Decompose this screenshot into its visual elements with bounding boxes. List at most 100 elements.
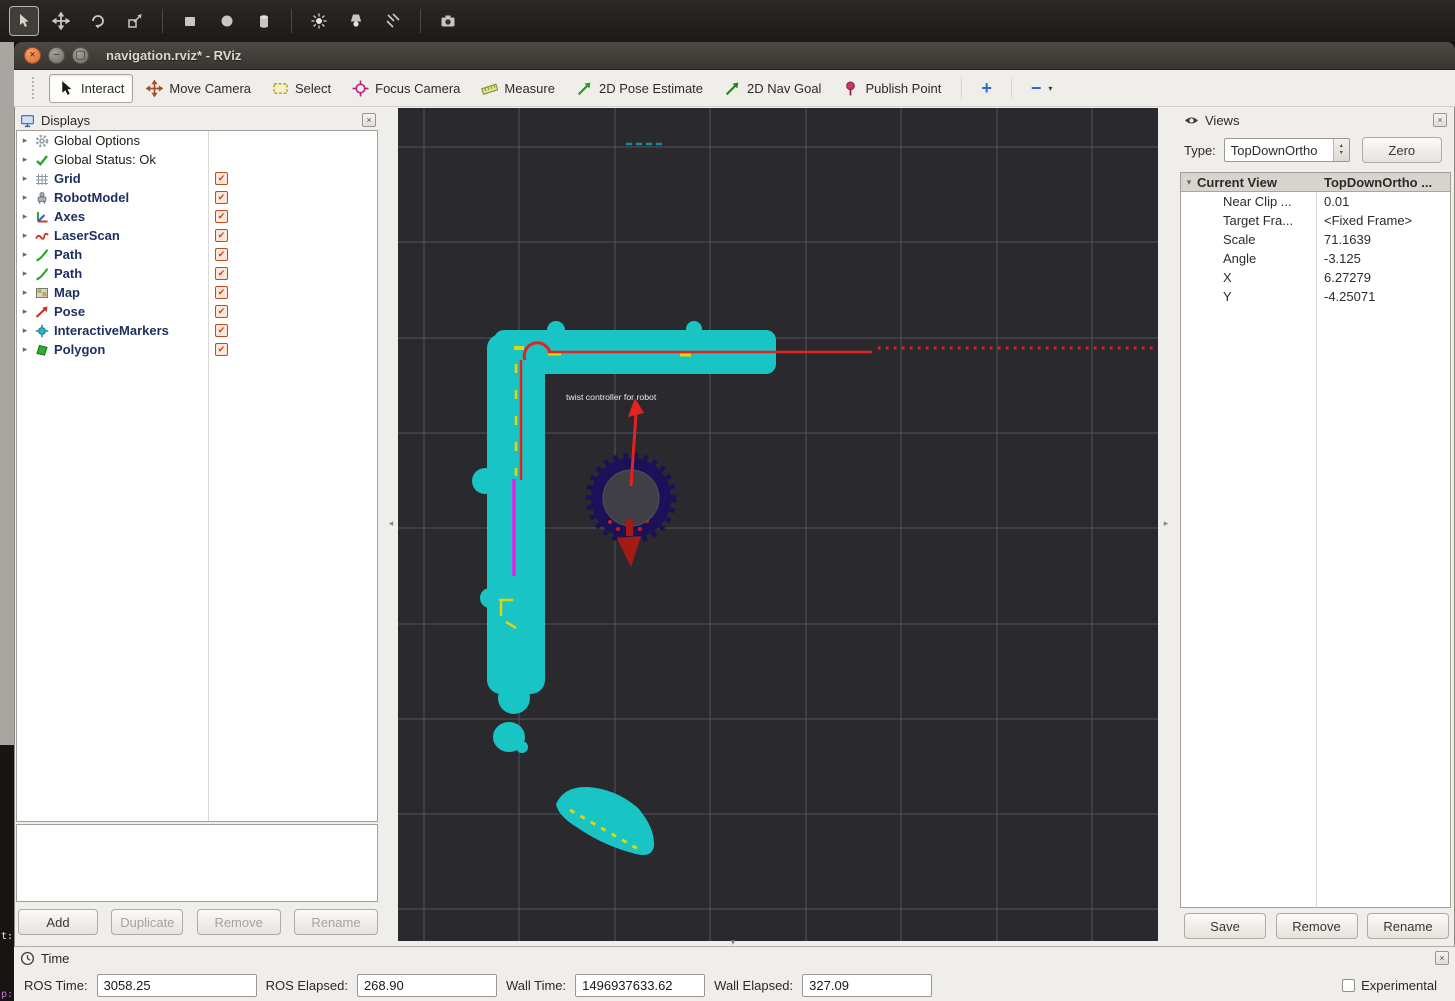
display-enabled-checkbox[interactable]: ✔ — [215, 343, 228, 356]
display-row-interactivemarkers[interactable]: ▸ InteractiveMarkers ✔ — [17, 321, 377, 340]
views-property-row-target-frame[interactable]: Target Fra... <Fixed Frame> — [1181, 211, 1450, 230]
window-close-button[interactable]: × — [24, 47, 41, 64]
experimental-option[interactable]: Experimental — [1342, 978, 1437, 993]
expander-icon[interactable]: ▸ — [17, 135, 33, 146]
displays-panel-close-button[interactable]: × — [362, 113, 376, 127]
wall-time-input[interactable] — [575, 974, 705, 997]
remove-tool-button[interactable]: − ▾ — [1024, 78, 1060, 99]
ros-elapsed-input[interactable] — [357, 974, 497, 997]
display-enabled-checkbox[interactable]: ✔ — [215, 286, 228, 299]
display-row-global-status[interactable]: ▸ Global Status: Ok — [17, 150, 377, 169]
views-panel-close-button[interactable]: × — [1433, 113, 1447, 127]
expander-icon[interactable]: ▸ — [17, 173, 33, 184]
expander-icon[interactable]: ▸ — [17, 230, 33, 241]
views-property-row-scale[interactable]: Scale 71.1639 — [1181, 230, 1450, 249]
view-type-select[interactable]: TopDownOrtho ▴ ▾ — [1224, 138, 1350, 162]
expander-icon[interactable]: ▸ — [17, 249, 33, 260]
displays-tree[interactable]: ▸ Global Options ▸ Global Status: Ok ▸ G… — [16, 130, 378, 822]
display-enabled-checkbox[interactable]: ✔ — [215, 210, 228, 223]
gazebo-spot-light-tool[interactable] — [341, 6, 371, 36]
expander-icon[interactable]: ▸ — [17, 344, 33, 355]
window-maximize-button[interactable]: ▢ — [72, 47, 89, 64]
toolbar-drag-handle[interactable] — [32, 77, 36, 99]
expander-icon[interactable]: ▸ — [17, 306, 33, 317]
gazebo-translate-tool[interactable] — [46, 6, 76, 36]
display-row-axes[interactable]: ▸ Axes ✔ — [17, 207, 377, 226]
display-row-global-options[interactable]: ▸ Global Options — [17, 131, 377, 150]
gazebo-sphere-tool[interactable] — [212, 6, 242, 36]
display-row-polygon[interactable]: ▸ Polygon ✔ — [17, 340, 377, 359]
gazebo-box-tool[interactable] — [175, 6, 205, 36]
display-name: Global Status: Ok — [54, 152, 156, 167]
rename-view-button[interactable]: Rename — [1367, 913, 1449, 939]
tool-focus-camera[interactable]: Focus Camera — [344, 75, 468, 102]
toolbar-separator — [1011, 77, 1012, 99]
views-panel-header[interactable]: Views × — [1180, 110, 1451, 130]
time-panel-header[interactable]: Time × — [16, 948, 1453, 968]
tool-publish-point[interactable]: Publish Point — [834, 75, 949, 102]
views-property-row-x[interactable]: X 6.27279 — [1181, 268, 1450, 287]
cylinder-icon — [255, 12, 273, 30]
gazebo-cylinder-tool[interactable] — [249, 6, 279, 36]
gazebo-rotate-tool[interactable] — [83, 6, 113, 36]
remove-display-button[interactable]: Remove — [197, 909, 281, 935]
gazebo-screenshot-tool[interactable] — [433, 6, 463, 36]
window-titlebar[interactable]: × − ▢ navigation.rviz* - RViz — [14, 42, 1455, 70]
display-row-grid[interactable]: ▸ Grid ✔ — [17, 169, 377, 188]
display-enabled-checkbox[interactable]: ✔ — [215, 267, 228, 280]
gear-icon — [33, 133, 50, 148]
display-enabled-checkbox[interactable]: ✔ — [215, 191, 228, 204]
tool-move-camera[interactable]: Move Camera — [138, 75, 259, 102]
gazebo-scale-tool[interactable] — [120, 6, 150, 36]
expander-icon[interactable]: ▸ — [17, 154, 33, 165]
time-panel-close-button[interactable]: × — [1435, 951, 1449, 965]
display-name: Axes — [54, 209, 85, 224]
display-row-map[interactable]: ▸ Map ✔ — [17, 283, 377, 302]
add-tool-button[interactable]: + — [974, 78, 999, 99]
display-enabled-checkbox[interactable]: ✔ — [215, 229, 228, 242]
display-enabled-checkbox[interactable]: ✔ — [215, 172, 228, 185]
tool-select[interactable]: Select — [264, 75, 339, 102]
display-row-laserscan[interactable]: ▸ LaserScan ✔ — [17, 226, 377, 245]
display-row-pose[interactable]: ▸ Pose ✔ — [17, 302, 377, 321]
add-display-button[interactable]: Add — [18, 909, 98, 935]
display-enabled-checkbox[interactable]: ✔ — [215, 324, 228, 337]
display-row-robotmodel[interactable]: ▸ RobotModel ✔ — [17, 188, 377, 207]
tool-2d-nav-goal[interactable]: 2D Nav Goal — [716, 75, 829, 102]
experimental-checkbox[interactable] — [1342, 979, 1355, 992]
expander-icon[interactable]: ▸ — [17, 211, 33, 222]
views-current-view-row[interactable]: ▾ Current View TopDownOrtho ... — [1181, 173, 1450, 192]
splitter-left-handle[interactable]: ◂ — [385, 514, 397, 532]
display-row-path[interactable]: ▸ Path ✔ — [17, 245, 377, 264]
display-enabled-checkbox[interactable]: ✔ — [215, 305, 228, 318]
display-enabled-checkbox[interactable]: ✔ — [215, 248, 228, 261]
expander-open-icon[interactable]: ▾ — [1181, 177, 1197, 188]
displays-panel-header[interactable]: Displays × — [16, 110, 380, 130]
3d-viewport[interactable]: twist controller for robot — [398, 108, 1158, 941]
wall-elapsed-input[interactable] — [802, 974, 932, 997]
spinner-control[interactable]: ▴ ▾ — [1333, 139, 1349, 161]
views-property-row-angle[interactable]: Angle -3.125 — [1181, 249, 1450, 268]
expander-icon[interactable]: ▸ — [17, 192, 33, 203]
tool-2d-pose-estimate[interactable]: 2D Pose Estimate — [568, 75, 711, 102]
ros-time-input[interactable] — [97, 974, 257, 997]
display-row-path[interactable]: ▸ Path ✔ — [17, 264, 377, 283]
expander-icon[interactable]: ▸ — [17, 268, 33, 279]
tool-measure[interactable]: Measure — [473, 75, 563, 102]
remove-view-button[interactable]: Remove — [1276, 913, 1358, 939]
window-minimize-button[interactable]: − — [48, 47, 65, 64]
splitter-right-handle[interactable]: ▸ — [1160, 514, 1172, 532]
views-property-row-y[interactable]: Y -4.25071 — [1181, 287, 1450, 306]
tool-interact[interactable]: Interact — [49, 74, 133, 103]
gazebo-select-tool[interactable] — [9, 6, 39, 36]
zero-button[interactable]: Zero — [1362, 137, 1442, 163]
gazebo-point-light-tool[interactable] — [304, 6, 334, 36]
gazebo-directional-light-tool[interactable] — [378, 6, 408, 36]
duplicate-display-button[interactable]: Duplicate — [111, 909, 183, 935]
rename-display-button[interactable]: Rename — [294, 909, 378, 935]
expander-icon[interactable]: ▸ — [17, 325, 33, 336]
views-property-row-near-clip[interactable]: Near Clip ... 0.01 — [1181, 192, 1450, 211]
expander-icon[interactable]: ▸ — [17, 287, 33, 298]
save-view-button[interactable]: Save — [1184, 913, 1266, 939]
views-tree[interactable]: ▾ Current View TopDownOrtho ... Near Cli… — [1180, 172, 1451, 908]
